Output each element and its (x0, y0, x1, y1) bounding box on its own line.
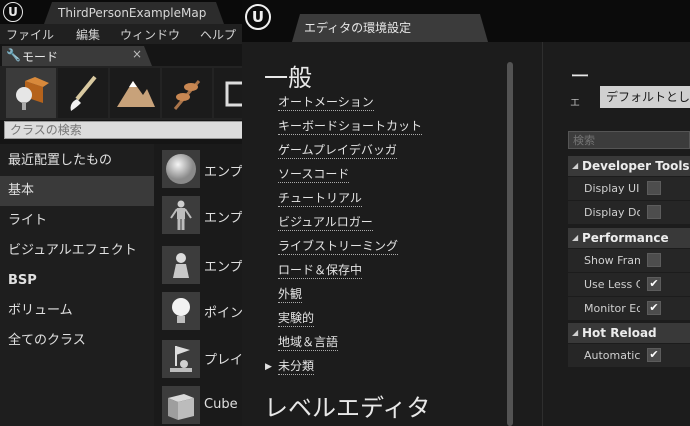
paint-mode-glyph (70, 75, 97, 111)
asset-label-cube: Cube (204, 397, 238, 412)
details-divider (542, 42, 543, 426)
category-volumes[interactable]: ボリューム (0, 296, 154, 326)
category-recently-placed[interactable]: 最近配置したもの (0, 146, 154, 176)
property-name: Monitor Edi (584, 302, 640, 315)
place-mode-icon[interactable] (6, 68, 56, 118)
category-basic[interactable]: 基本 (0, 176, 154, 206)
nav-scrollbar[interactable] (507, 62, 513, 426)
asset-label-empty-character: エンプ (204, 211, 243, 226)
sphere-glyph (166, 154, 196, 184)
paint-mode-icon[interactable] (58, 68, 108, 118)
property-name: Use Less C (584, 278, 640, 291)
property-name: Display UIE (584, 182, 640, 195)
nav-link-appearance[interactable]: 外観 (278, 287, 303, 303)
sphere-icon[interactable] (162, 150, 200, 188)
category-list: 最近配置したもの 基本 ライト ビジュアルエフェクト BSP ボリューム 全ての… (0, 144, 154, 426)
property-name: Automatica (584, 349, 640, 362)
point-light-glyph (172, 298, 190, 323)
player-start-glyph (170, 346, 192, 372)
property-name: Show Fram (584, 254, 640, 267)
pawn-icon[interactable] (162, 246, 200, 284)
category-title: Performance (582, 231, 669, 245)
section-header-general: 一般 (264, 64, 312, 92)
pawn-glyph (173, 253, 189, 278)
point-light-icon[interactable] (162, 292, 200, 330)
nav-link-automation[interactable]: オートメーション (278, 95, 374, 111)
asset-label-point-light: ポイン (204, 306, 244, 321)
collapse-arrow-icon: ◢ (572, 161, 579, 170)
category-performance[interactable]: ◢ Performance (568, 228, 690, 248)
nav-link-keyboard-shortcuts[interactable]: キーボードショートカット (278, 119, 423, 135)
collapse-arrow-icon: ◢ (572, 233, 579, 242)
asset-label-empty-actor: エンプ (204, 165, 243, 180)
asset-label-player-start: プレイ (204, 353, 244, 368)
category-visual-effects[interactable]: ビジュアルエフェクト (0, 236, 154, 266)
foliage-mode-glyph (173, 80, 201, 110)
menu-file[interactable]: ファイル (6, 26, 54, 43)
menu-edit[interactable]: 編集 (76, 26, 100, 43)
checkbox-checked[interactable]: ✔ (647, 277, 661, 291)
wrench-icon: 🔧 (6, 48, 21, 62)
category-hot-reload[interactable]: ◢ Hot Reload (568, 323, 690, 343)
checkbox-checked[interactable]: ✔ (647, 348, 661, 362)
character-glyph (170, 200, 192, 230)
landscape-mode-glyph (117, 81, 155, 107)
nav-link-source-code[interactable]: ソースコード (278, 167, 350, 183)
cube-glyph (168, 394, 194, 420)
nav-link-live-streaming[interactable]: ライブストリーミング (278, 239, 399, 255)
category-developer-tools[interactable]: ◢ Developer Tools (568, 156, 690, 176)
category-title: Hot Reload (582, 326, 657, 340)
nav-link-experimental[interactable]: 実験的 (278, 311, 315, 327)
nav-link-tutorials[interactable]: チュートリアル (278, 191, 362, 207)
details-heading: ー (570, 64, 590, 88)
character-icon[interactable] (162, 196, 200, 234)
prefs-tab-title: エディタの環境設定 (304, 21, 412, 35)
menu-window[interactable]: ウィンドウ (120, 26, 180, 43)
expand-arrow-icon[interactable]: ▶ (265, 362, 272, 372)
details-search-input[interactable] (573, 132, 683, 148)
nav-link-visual-logger[interactable]: ビジュアルロガー (278, 215, 373, 231)
category-bsp[interactable]: BSP (0, 266, 154, 296)
cube-icon[interactable] (162, 386, 200, 424)
unreal-logo-icon: U (3, 2, 23, 22)
preset-label: エ (570, 98, 580, 109)
nav-link-miscellaneous[interactable]: 未分類 (278, 359, 315, 375)
preset-dropdown[interactable]: デフォルトとし (600, 86, 690, 108)
nav-link-gameplay-debugger[interactable]: ゲームプレイデバッガ (278, 143, 397, 159)
nav-link-region-language[interactable]: 地域＆言語 (278, 335, 339, 351)
close-icon[interactable]: × (132, 47, 142, 61)
nav-link-loading-saving[interactable]: ロード＆保存中 (278, 263, 363, 279)
foliage-mode-icon[interactable] (162, 68, 212, 118)
map-tab[interactable]: ThirdPersonExampleMap (44, 2, 224, 24)
collapse-arrow-icon: ◢ (572, 328, 579, 337)
checkbox[interactable] (647, 205, 661, 219)
property-name: Display Doc (584, 206, 640, 219)
landscape-mode-icon[interactable] (110, 68, 160, 118)
checkbox[interactable] (647, 181, 661, 195)
category-lights[interactable]: ライト (0, 206, 154, 236)
checkbox[interactable] (647, 253, 661, 267)
place-mode-glyph (16, 77, 49, 110)
modes-tab-label: モード (22, 50, 59, 64)
checkbox-checked[interactable]: ✔ (647, 301, 661, 315)
section-header-level-editor: レベルエディタ (264, 394, 431, 422)
player-start-icon[interactable] (162, 340, 200, 378)
category-all-classes[interactable]: 全てのクラス (0, 326, 154, 356)
menu-help[interactable]: ヘルプ (200, 26, 236, 43)
category-title: Developer Tools (582, 159, 690, 173)
unreal-logo-icon: U (245, 4, 271, 30)
class-search-input[interactable] (10, 122, 240, 138)
asset-label-empty-pawn: エンプ (204, 260, 243, 275)
